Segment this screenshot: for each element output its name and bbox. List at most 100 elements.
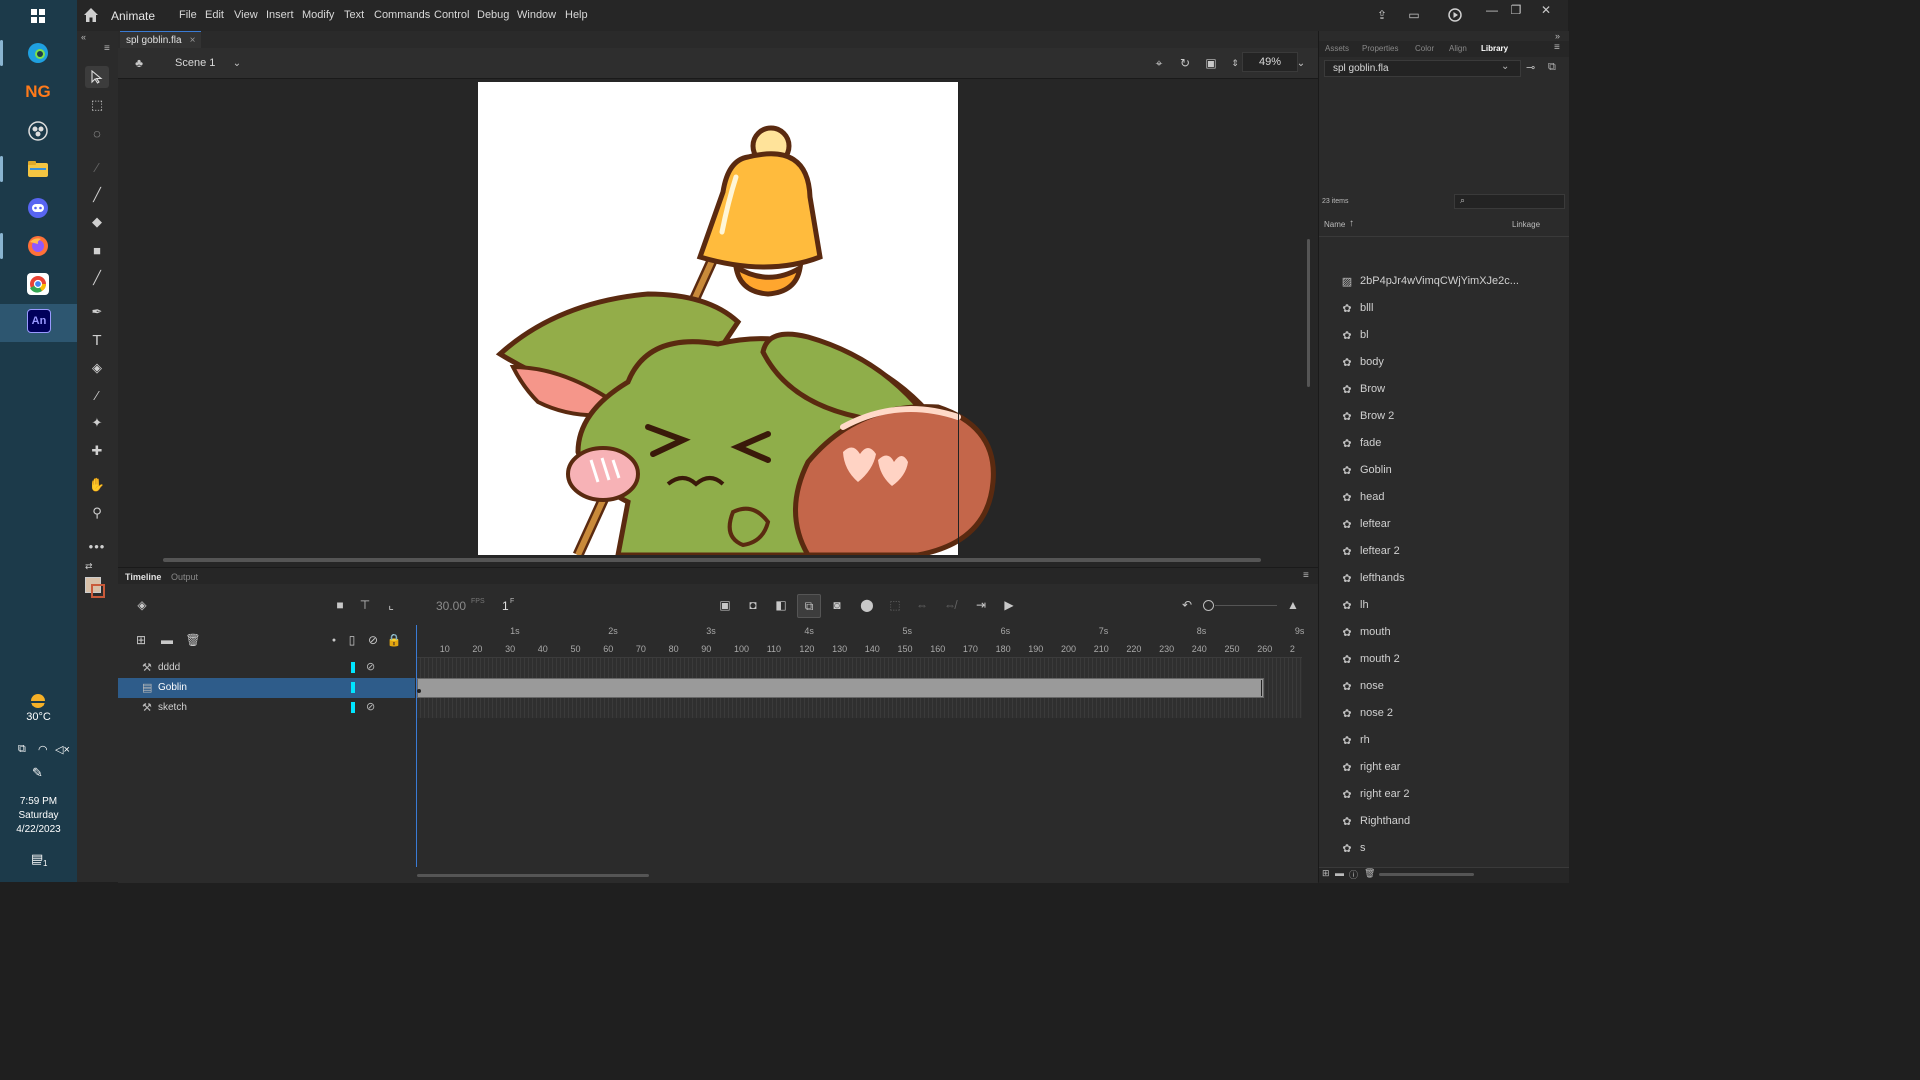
highlight-layers-icon[interactable]: ● [325, 631, 343, 649]
current-frame[interactable]: 1 [502, 599, 509, 613]
column-name[interactable]: Name [1324, 220, 1345, 229]
lasso-tool-icon[interactable]: ◌ [85, 122, 109, 144]
menu-text[interactable]: Text [344, 9, 364, 21]
library-select-chevron-icon[interactable]: ⌄ [1501, 61, 1509, 72]
eyedropper-tool-icon[interactable]: ⁄ [85, 384, 109, 406]
layer-row-sketch[interactable]: ⚒ sketch ⊘ [118, 698, 415, 718]
stage-horizontal-scrollbar[interactable] [163, 558, 1261, 562]
snap-to-center-icon[interactable]: ⌖ [1150, 54, 1168, 72]
timeline-menu-icon[interactable]: ≡ [1303, 570, 1309, 581]
library-item[interactable]: ✿ mouth [1341, 622, 1561, 642]
brush-tool-icon[interactable]: ╱ [85, 184, 109, 206]
scene-dropdown-chevron-icon[interactable]: ⌄ [228, 54, 246, 72]
layer-name[interactable]: Goblin [158, 682, 187, 693]
document-tab-close-icon[interactable]: × [190, 35, 196, 46]
library-item[interactable]: ✿ leftear [1341, 514, 1561, 534]
selection-tool-icon[interactable] [85, 66, 109, 88]
tab-align[interactable]: Align [1449, 44, 1467, 53]
hand-tool-icon[interactable]: ✋ [85, 474, 109, 496]
library-item[interactable]: ✿ bl [1341, 325, 1561, 345]
clip-content-icon[interactable]: ▣ [1202, 54, 1220, 72]
asset-warp-tool-icon[interactable]: ✦ [85, 412, 109, 434]
layers-icon[interactable]: ◈ [133, 596, 151, 614]
newgrounds-icon[interactable]: NG [24, 78, 52, 106]
new-folder-icon[interactable]: ▬ [1335, 868, 1344, 878]
modify-markers-icon[interactable]: ◙ [828, 596, 846, 614]
more-tools-icon[interactable]: ••• [85, 535, 109, 557]
center-frame-icon[interactable]: ▣ [716, 596, 734, 614]
menu-view[interactable]: View [234, 9, 258, 21]
show-hide-all-icon[interactable]: ⊘ [364, 631, 382, 649]
zoom-dropdown-chevron-icon[interactable]: ⌄ [1292, 54, 1310, 72]
layer-color-swatch[interactable] [351, 682, 355, 693]
line-tool-icon[interactable]: ╱ [85, 267, 109, 289]
insert-blank-keyframe-icon[interactable]: ⬚ [886, 596, 904, 614]
file-explorer-icon[interactable] [24, 155, 52, 183]
bone-tool-icon[interactable]: ✚ [85, 440, 109, 462]
share-icon[interactable]: ⇪ [1373, 6, 1391, 24]
windows-start-icon[interactable] [24, 2, 52, 30]
library-item[interactable]: ▨ 2bP4pJr4wVimqCWjYimXJe2c... [1341, 271, 1561, 291]
layer-name[interactable]: dddd [158, 662, 180, 673]
menu-help[interactable]: Help [565, 9, 588, 21]
close-window-icon[interactable]: ✕ [1537, 1, 1555, 19]
meet-now-icon[interactable]: ⧉ [18, 743, 26, 756]
free-transform-tool-icon[interactable]: ⬚ [85, 94, 109, 116]
menu-modify[interactable]: Modify [302, 9, 334, 21]
remove-frame-icon[interactable]: ⇎ [941, 596, 959, 614]
collapse-tools-icon[interactable]: « [81, 32, 86, 42]
volume-muted-icon[interactable]: ◁× [55, 743, 70, 756]
insert-keyframe-icon[interactable]: ⬤ [858, 596, 876, 614]
library-item[interactable]: ✿ nose [1341, 676, 1561, 696]
paint-bucket-tool-icon[interactable]: ◈ [85, 357, 109, 379]
tools-menu-icon[interactable]: ≡ [104, 43, 110, 54]
stage-vertical-scrollbar[interactable] [1307, 239, 1310, 387]
text-tool-icon[interactable]: T [85, 329, 109, 351]
scene-name[interactable]: Scene 1 [175, 57, 215, 69]
tab-assets[interactable]: Assets [1325, 44, 1349, 53]
menu-control[interactable]: Control [434, 9, 469, 21]
library-item[interactable]: ✿ lh [1341, 595, 1561, 615]
obs-studio-icon[interactable] [24, 117, 52, 145]
menu-edit[interactable]: Edit [205, 9, 224, 21]
library-item[interactable]: ✿ lefthands [1341, 568, 1561, 588]
workspace-layout-icon[interactable]: ▭ [1405, 6, 1423, 24]
home-icon[interactable] [83, 7, 99, 23]
firefox-icon[interactable] [24, 232, 52, 260]
library-item[interactable]: ✿ Brow 2 [1341, 406, 1561, 426]
library-item[interactable]: ✿ Brow [1341, 379, 1561, 399]
menu-file[interactable]: File [179, 9, 197, 21]
lock-all-icon[interactable]: 🔒 [385, 631, 403, 649]
rotate-stage-icon[interactable]: ↻ [1176, 54, 1194, 72]
edge-browser-icon[interactable] [24, 39, 52, 67]
show-outlines-icon[interactable]: ▯ [343, 631, 361, 649]
stroke-color-swatch[interactable] [91, 584, 105, 598]
minimize-icon[interactable]: — [1483, 1, 1501, 19]
document-tab[interactable]: spl goblin.fla × [120, 31, 202, 49]
library-panel-menu-icon[interactable]: ≡ [1554, 42, 1560, 53]
library-item[interactable]: ✿ leftear 2 [1341, 541, 1561, 561]
insert-frame-icon[interactable]: ⇔ [913, 596, 931, 614]
new-layer-icon[interactable]: ⊞ [132, 631, 150, 649]
menu-debug[interactable]: Debug [477, 9, 509, 21]
expand-panel-icon[interactable]: » [1555, 31, 1560, 41]
library-item[interactable]: ✿ mouth 2 [1341, 649, 1561, 669]
layer-color-swatch[interactable] [351, 702, 355, 713]
zoom-tool-icon[interactable]: ⚲ [85, 502, 109, 524]
swap-colors-icon[interactable]: ⇄ [85, 561, 93, 572]
wifi-icon[interactable]: ◠ [38, 743, 48, 756]
library-item[interactable]: ✿ fade [1341, 433, 1561, 453]
library-item[interactable]: ✿ Goblin [1341, 460, 1561, 480]
tab-library[interactable]: Library [1481, 44, 1508, 53]
pen-icon[interactable]: ✎ [32, 765, 43, 781]
layer-name[interactable]: sketch [158, 702, 187, 713]
column-linkage[interactable]: Linkage [1512, 220, 1540, 229]
test-movie-play-icon[interactable] [1446, 6, 1464, 24]
new-folder-icon[interactable]: ▬ [158, 631, 176, 649]
tab-properties[interactable]: Properties [1362, 44, 1398, 53]
play-icon[interactable]: ▶ [1000, 596, 1018, 614]
hidden-eye-icon[interactable]: ⊘ [366, 660, 375, 673]
graph-icon[interactable]: ⌞ [382, 596, 400, 614]
layer-row-dddd[interactable]: ⚒ dddd ⊘ [118, 658, 415, 678]
timeline-zoom-slider-thumb[interactable] [1203, 600, 1214, 611]
